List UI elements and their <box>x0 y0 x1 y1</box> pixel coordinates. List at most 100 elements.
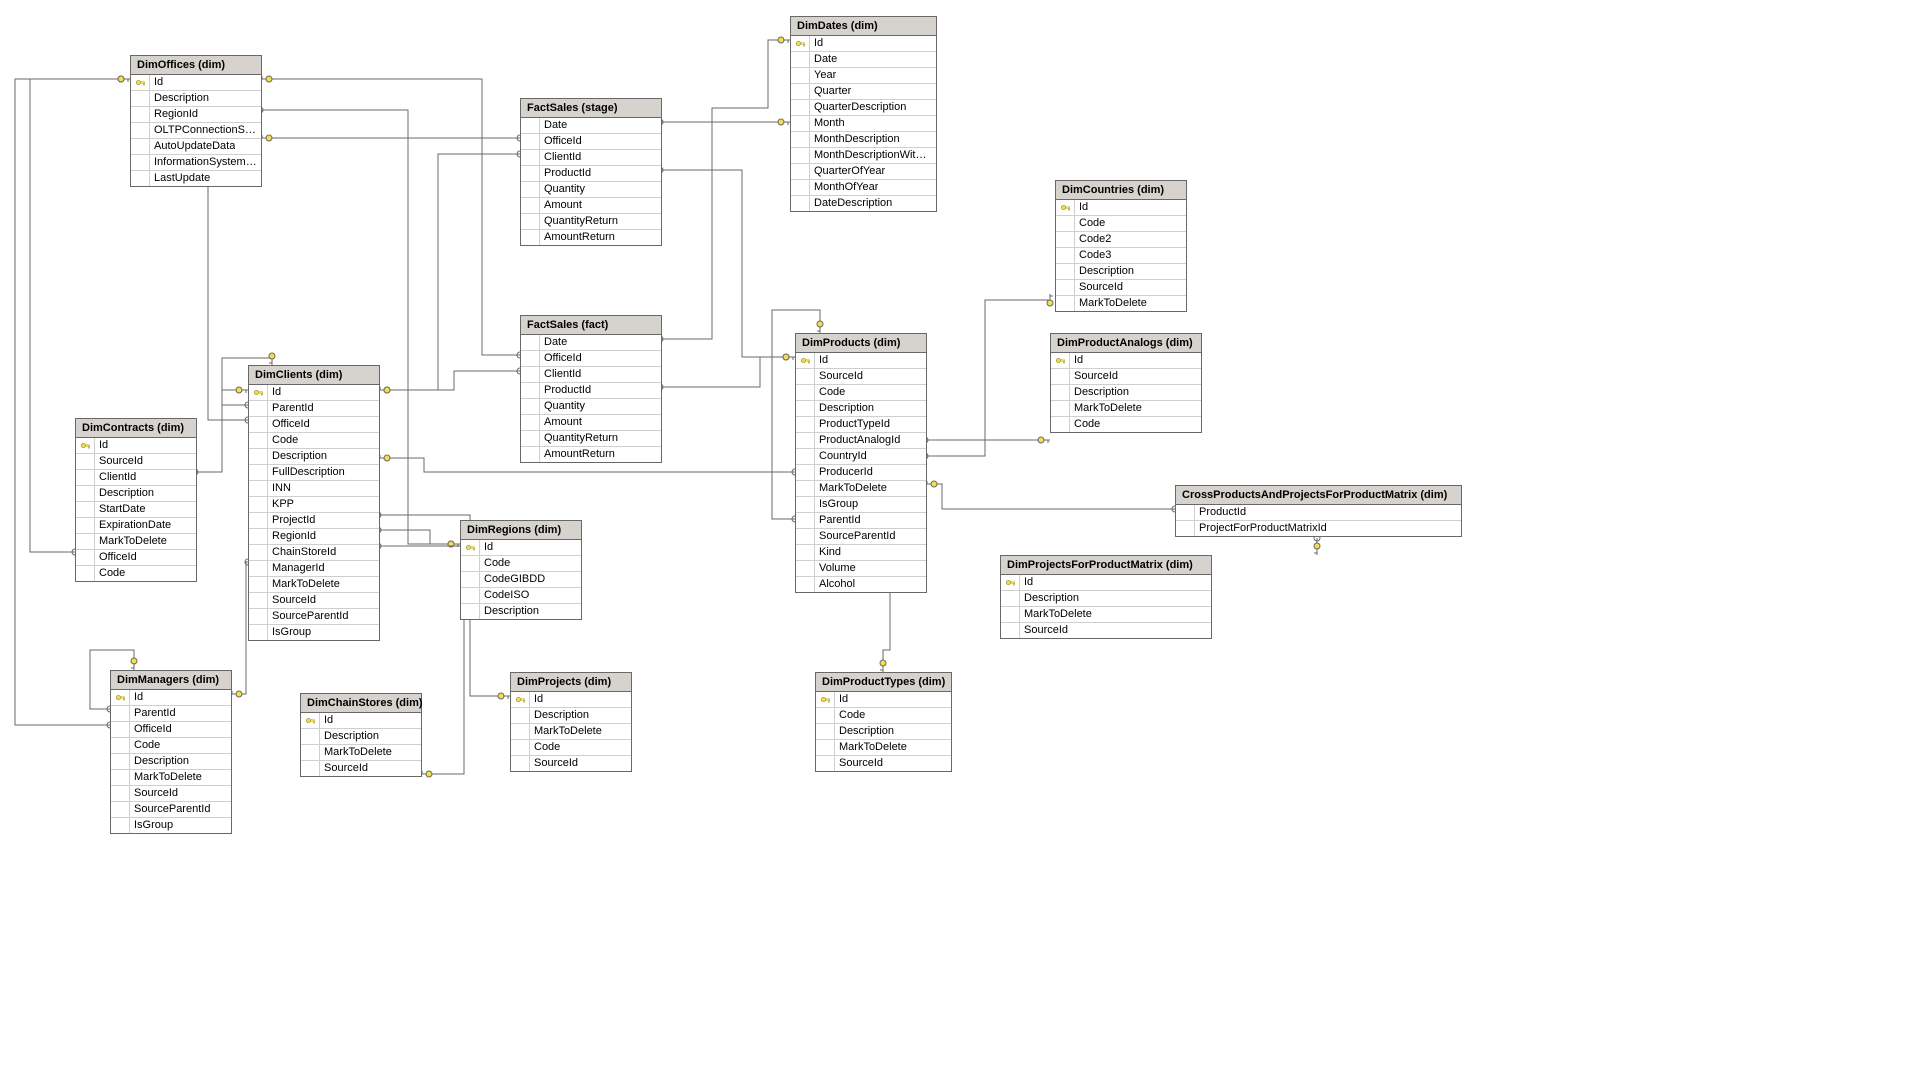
column-row[interactable]: Id <box>76 438 196 454</box>
entity-title[interactable]: DimProjects (dim) <box>511 673 631 692</box>
column-row[interactable]: SourceId <box>1001 623 1211 638</box>
column-row[interactable]: Date <box>521 335 661 351</box>
entity-dimclients[interactable]: DimClients (dim)IdParentIdOfficeIdCodeDe… <box>248 365 380 641</box>
column-row[interactable]: OfficeId <box>521 134 661 150</box>
column-row[interactable]: Volume <box>796 561 926 577</box>
entity-dimprojects[interactable]: DimProjects (dim)IdDescriptionMarkToDele… <box>510 672 632 772</box>
column-row[interactable]: SourceId <box>76 454 196 470</box>
column-row[interactable]: MonthDescription <box>791 132 936 148</box>
column-row[interactable]: ClientId <box>521 367 661 383</box>
column-row[interactable]: MarkToDelete <box>1056 296 1186 311</box>
column-row[interactable]: Id <box>791 36 936 52</box>
column-row[interactable]: SourceId <box>1056 280 1186 296</box>
column-row[interactable]: Code <box>511 740 631 756</box>
column-row[interactable]: ParentId <box>249 401 379 417</box>
column-row[interactable]: Description <box>131 91 261 107</box>
column-row[interactable]: CodeGIBDD <box>461 572 581 588</box>
entity-title[interactable]: FactSales (stage) <box>521 99 661 118</box>
column-row[interactable]: Id <box>301 713 421 729</box>
column-row[interactable]: OfficeId <box>249 417 379 433</box>
column-row[interactable]: LastUpdate <box>131 171 261 186</box>
column-row[interactable]: SourceParentId <box>796 529 926 545</box>
column-row[interactable]: DateDescription <box>791 196 936 211</box>
column-row[interactable]: Code <box>816 708 951 724</box>
column-row[interactable]: Description <box>301 729 421 745</box>
column-row[interactable]: CodeISO <box>461 588 581 604</box>
column-row[interactable]: KPP <box>249 497 379 513</box>
column-row[interactable]: QuarterDescription <box>791 100 936 116</box>
column-row[interactable]: Description <box>249 449 379 465</box>
column-row[interactable]: IsGroup <box>796 497 926 513</box>
column-row[interactable]: Code <box>76 566 196 581</box>
column-row[interactable]: INN <box>249 481 379 497</box>
column-row[interactable]: ExpirationDate <box>76 518 196 534</box>
column-row[interactable]: AmountReturn <box>521 230 661 245</box>
entity-dimcountries[interactable]: DimCountries (dim)IdCodeCode2Code3Descri… <box>1055 180 1187 312</box>
entity-title[interactable]: DimChainStores (dim) <box>301 694 421 713</box>
column-row[interactable]: ProductId <box>521 166 661 182</box>
entity-dimproducttypes[interactable]: DimProductTypes (dim)IdCodeDescriptionMa… <box>815 672 952 772</box>
column-row[interactable]: ParentId <box>111 706 231 722</box>
column-row[interactable]: Amount <box>521 198 661 214</box>
column-row[interactable]: ClientId <box>521 150 661 166</box>
entity-title[interactable]: DimProductTypes (dim) <box>816 673 951 692</box>
column-row[interactable]: MarkToDelete <box>796 481 926 497</box>
column-row[interactable]: Quarter <box>791 84 936 100</box>
column-row[interactable]: ProducerId <box>796 465 926 481</box>
column-row[interactable]: Code2 <box>1056 232 1186 248</box>
column-row[interactable]: Month <box>791 116 936 132</box>
column-row[interactable]: OfficeId <box>521 351 661 367</box>
column-row[interactable]: SourceId <box>816 756 951 771</box>
column-row[interactable]: Id <box>511 692 631 708</box>
column-row[interactable]: Amount <box>521 415 661 431</box>
column-row[interactable]: Code <box>461 556 581 572</box>
entity-title[interactable]: DimContracts (dim) <box>76 419 196 438</box>
column-row[interactable]: Description <box>111 754 231 770</box>
column-row[interactable]: Id <box>1056 200 1186 216</box>
entity-title[interactable]: DimDates (dim) <box>791 17 936 36</box>
column-row[interactable]: Code <box>111 738 231 754</box>
column-row[interactable]: MonthDescriptionWithYear <box>791 148 936 164</box>
column-row[interactable]: Description <box>461 604 581 619</box>
entity-crossproducts[interactable]: CrossProductsAndProjectsForProductMatrix… <box>1175 485 1462 537</box>
column-row[interactable]: OfficeId <box>111 722 231 738</box>
entity-dimmanagers[interactable]: DimManagers (dim)IdParentIdOfficeIdCodeD… <box>110 670 232 834</box>
column-row[interactable]: Description <box>511 708 631 724</box>
column-row[interactable]: QuantityReturn <box>521 431 661 447</box>
column-row[interactable]: AutoUpdateData <box>131 139 261 155</box>
column-row[interactable]: Id <box>816 692 951 708</box>
column-row[interactable]: ProjectId <box>249 513 379 529</box>
column-row[interactable]: CountryId <box>796 449 926 465</box>
column-row[interactable]: Code <box>1056 216 1186 232</box>
column-row[interactable]: MarkToDelete <box>816 740 951 756</box>
column-row[interactable]: Code <box>249 433 379 449</box>
entity-title[interactable]: FactSales (fact) <box>521 316 661 335</box>
column-row[interactable]: ProductTypeId <box>796 417 926 433</box>
column-row[interactable]: IsGroup <box>111 818 231 833</box>
column-row[interactable]: QuarterOfYear <box>791 164 936 180</box>
column-row[interactable]: SourceId <box>1051 369 1201 385</box>
entity-dimprojectsforproductmatrix[interactable]: DimProjectsForProductMatrix (dim)IdDescr… <box>1000 555 1212 639</box>
column-row[interactable]: RegionId <box>249 529 379 545</box>
entity-dimdates[interactable]: DimDates (dim)IdDateYearQuarterQuarterDe… <box>790 16 937 212</box>
entity-title[interactable]: DimClients (dim) <box>249 366 379 385</box>
entity-dimoffices[interactable]: DimOffices (dim)IdDescriptionRegionIdOLT… <box>130 55 262 187</box>
column-row[interactable]: Year <box>791 68 936 84</box>
column-row[interactable]: AmountReturn <box>521 447 661 462</box>
entity-title[interactable]: CrossProductsAndProjectsForProductMatrix… <box>1176 486 1461 505</box>
column-row[interactable]: Kind <box>796 545 926 561</box>
column-row[interactable]: Description <box>1056 264 1186 280</box>
column-row[interactable]: Quantity <box>521 399 661 415</box>
column-row[interactable]: MarkToDelete <box>1051 401 1201 417</box>
entity-title[interactable]: DimManagers (dim) <box>111 671 231 690</box>
column-row[interactable]: Description <box>76 486 196 502</box>
column-row[interactable]: FullDescription <box>249 465 379 481</box>
column-row[interactable]: MarkToDelete <box>249 577 379 593</box>
column-row[interactable]: MarkToDelete <box>301 745 421 761</box>
column-row[interactable]: Code <box>796 385 926 401</box>
column-row[interactable]: SourceId <box>796 369 926 385</box>
column-row[interactable]: Date <box>521 118 661 134</box>
column-row[interactable]: Id <box>1051 353 1201 369</box>
entity-title[interactable]: DimProducts (dim) <box>796 334 926 353</box>
column-row[interactable]: Description <box>796 401 926 417</box>
